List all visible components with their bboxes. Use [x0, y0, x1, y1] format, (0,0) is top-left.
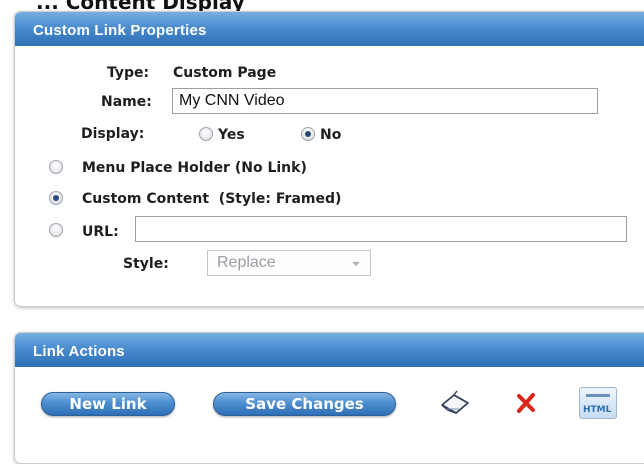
custom-link-properties-panel: Custom Link Properties Type: Custom Page…: [14, 11, 644, 307]
custom-content-radio[interactable]: [49, 191, 63, 205]
custom-content-label: Custom Content (Style: Framed): [82, 191, 342, 207]
link-actions-panel: Link Actions New Link Save Changes HTML: [14, 332, 644, 464]
erase-icon[interactable]: [439, 389, 471, 417]
style-select[interactable]: Replace: [207, 250, 371, 276]
save-changes-button[interactable]: Save Changes: [213, 392, 396, 416]
style-label: Style:: [123, 256, 169, 272]
url-label: URL:: [82, 224, 119, 240]
name-input[interactable]: [172, 88, 598, 114]
chevron-down-icon: [352, 262, 360, 266]
html-icon[interactable]: HTML: [579, 387, 617, 419]
new-link-button[interactable]: New Link: [41, 392, 175, 416]
type-label: Type:: [107, 65, 150, 81]
url-radio[interactable]: [49, 223, 63, 237]
menu-placeholder-radio[interactable]: [49, 160, 63, 174]
name-label: Name:: [101, 94, 152, 110]
display-no-radio[interactable]: [301, 127, 315, 141]
html-icon-text: HTML: [583, 405, 612, 415]
display-yes-label: Yes: [218, 127, 245, 143]
menu-placeholder-label: Menu Place Holder (No Link): [82, 160, 307, 176]
properties-panel-header: Custom Link Properties: [15, 12, 644, 46]
display-label: Display:: [81, 126, 145, 142]
url-input[interactable]: [135, 216, 627, 242]
type-value: Custom Page: [173, 65, 277, 81]
display-yes-radio[interactable]: [199, 127, 213, 141]
display-no-label: No: [320, 127, 342, 143]
actions-panel-header: Link Actions: [15, 333, 644, 367]
html-icon-line: [586, 394, 610, 397]
style-select-value: Replace: [217, 254, 276, 271]
delete-icon[interactable]: [515, 391, 537, 415]
